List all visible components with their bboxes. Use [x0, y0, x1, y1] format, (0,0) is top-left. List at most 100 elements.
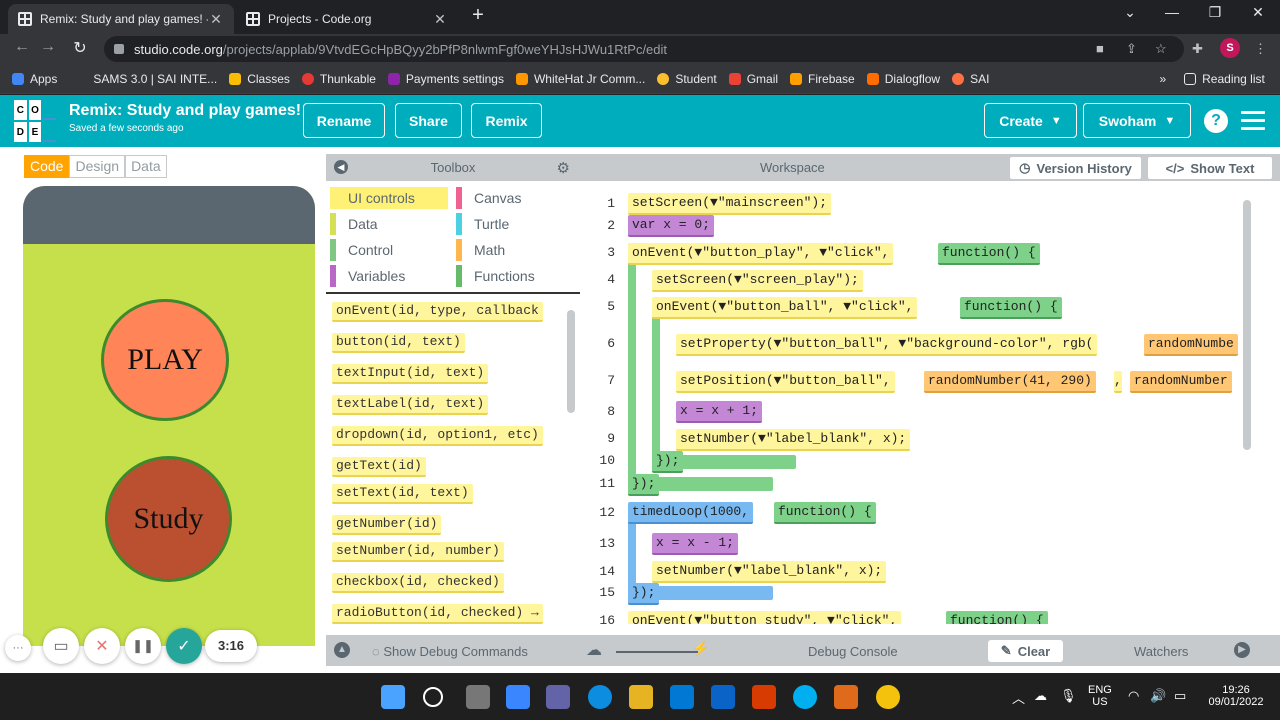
block-textlabel[interactable]: textLabel(id, text): [332, 395, 489, 415]
bookmark-firebase[interactable]: Firebase: [790, 72, 855, 86]
store-icon[interactable]: [670, 685, 694, 709]
share-button[interactable]: Share: [395, 103, 462, 138]
battery-icon[interactable]: ▭: [1174, 688, 1186, 704]
clear-console-button[interactable]: ✎ Clear: [988, 640, 1063, 662]
code-line-3-onevent[interactable]: onEvent(▼"button_play", ▼"click",: [628, 243, 894, 265]
category-canvas[interactable]: Canvas: [456, 187, 576, 209]
gear-icon[interactable]: ⚙: [557, 159, 570, 177]
block-button[interactable]: button(id, text): [332, 333, 465, 353]
teams-chat-icon[interactable]: [546, 685, 570, 709]
code-line-7[interactable]: setPosition(▼"button_ball",: [676, 371, 895, 393]
show-text-button[interactable]: </> Show Text: [1147, 156, 1273, 180]
code-line-5-onevent[interactable]: onEvent(▼"button_ball", ▼"click",: [652, 297, 918, 319]
speed-slider[interactable]: [616, 651, 698, 653]
code-line-7-random-y[interactable]: randomNumber: [1130, 371, 1232, 393]
skype-icon[interactable]: [793, 685, 817, 709]
category-functions[interactable]: Functions: [456, 265, 576, 287]
clock[interactable]: 19:26 09/01/2022: [1204, 684, 1268, 708]
mail-icon[interactable]: [711, 685, 735, 709]
chrome-icon[interactable]: [876, 685, 900, 709]
bookmark-sams[interactable]: SAMS 3.0 | SAI INTE...: [93, 72, 217, 86]
close-tab-icon[interactable]: ✕: [432, 11, 448, 28]
bookmark-star-icon[interactable]: ☆: [1155, 41, 1167, 57]
block-radiobutton[interactable]: radioButton(id, checked) →: [332, 604, 543, 624]
category-control[interactable]: Control: [330, 239, 448, 261]
code-line-12-timedloop[interactable]: timedLoop(1000,: [628, 502, 754, 524]
code-line-12-function[interactable]: function() {: [774, 502, 876, 524]
code-line-16-function[interactable]: function() {: [946, 611, 1048, 624]
onedrive-cloud-icon[interactable]: ☁: [1034, 688, 1047, 704]
create-dropdown[interactable]: Create ▼: [984, 103, 1077, 138]
version-history-button[interactable]: ◷ Version History: [1009, 156, 1142, 180]
code-line-6-random[interactable]: randomNumbe: [1144, 334, 1238, 356]
bookmark-dialogflow[interactable]: Dialogflow: [866, 72, 940, 86]
remix-button[interactable]: Remix: [471, 103, 542, 138]
bookmark-apps[interactable]: Apps: [12, 72, 57, 86]
tab-code[interactable]: Code: [24, 155, 70, 178]
code-line-5-function[interactable]: function() {: [960, 297, 1062, 319]
file-explorer-icon[interactable]: [629, 685, 653, 709]
bookmark-classes[interactable]: Classes: [229, 72, 290, 86]
code-line-16-onevent[interactable]: onEvent(▼"button_study", ▼"click",: [628, 611, 902, 624]
code-line-7-random-x[interactable]: randomNumber(41, 290): [924, 371, 1096, 393]
wps-office-icon[interactable]: [834, 685, 858, 709]
block-setnumber[interactable]: setNumber(id, number): [332, 542, 504, 562]
block-dropdown[interactable]: dropdown(id, option1, etc): [332, 426, 543, 446]
bookmark-payments[interactable]: Payments settings: [387, 72, 504, 86]
hamburger-menu-icon[interactable]: [1241, 111, 1265, 131]
bookmark-whitehat[interactable]: WhiteHat Jr Comm...: [515, 72, 645, 86]
microphone-icon[interactable]: 🎙: [1060, 688, 1077, 704]
recorder-camera-icon[interactable]: ▭: [43, 628, 79, 664]
office-icon[interactable]: [752, 685, 776, 709]
workspace-scrollbar[interactable]: [1240, 195, 1253, 624]
recorder-done-icon[interactable]: ✓: [166, 628, 202, 664]
expand-watchers-icon[interactable]: ▶: [1234, 642, 1250, 658]
search-icon[interactable]: [423, 687, 443, 707]
code-line-13[interactable]: x = x - 1;: [652, 533, 739, 555]
maximize-button[interactable]: ❐: [1200, 4, 1230, 21]
camera-blocked-icon[interactable]: ■: [1096, 41, 1104, 56]
wifi-icon[interactable]: ◠: [1128, 688, 1139, 704]
code-line-2[interactable]: var x = 0;: [628, 215, 715, 237]
extensions-puzzle-icon[interactable]: ✚: [1192, 41, 1203, 57]
block-checkbox[interactable]: checkbox(id, checked): [332, 573, 504, 593]
user-menu-dropdown[interactable]: Swoham ▼: [1083, 103, 1191, 138]
recorder-close-icon[interactable]: ✕: [84, 628, 120, 664]
show-debug-commands[interactable]: ◌ Show Debug Commands: [372, 644, 528, 659]
tab-projects[interactable]: Projects - Code.org ✕: [236, 4, 458, 34]
reading-list[interactable]: Reading list: [1184, 72, 1265, 86]
tab-search-icon[interactable]: ⌄: [1115, 4, 1145, 21]
edge-icon[interactable]: [588, 685, 612, 709]
tab-data[interactable]: Data: [125, 155, 167, 178]
code-workspace[interactable]: setScreen(▼"mainscreen"); var x = 0; onE…: [628, 181, 1240, 624]
code-line-14[interactable]: setNumber(▼"label_blank", x);: [652, 561, 887, 583]
tab-design[interactable]: Design: [69, 155, 126, 178]
block-onevent[interactable]: onEvent(id, type, callback: [332, 302, 543, 322]
code-line-8[interactable]: x = x + 1;: [676, 401, 763, 423]
tab-remix-project[interactable]: Remix: Study and play games! - A ✕: [8, 4, 234, 34]
category-turtle[interactable]: Turtle: [456, 213, 576, 235]
bookmark-thunkable[interactable]: Thunkable: [301, 72, 376, 86]
block-settext[interactable]: setText(id, text): [332, 484, 473, 504]
url-input[interactable]: studio.code.org /projects/applab/9VtvdEG…: [104, 36, 1184, 62]
code-line-6[interactable]: setProperty(▼"button_ball", ▼"background…: [676, 334, 1098, 356]
minimize-button[interactable]: —: [1157, 4, 1187, 20]
block-getnumber[interactable]: getNumber(id): [332, 515, 442, 535]
bookmark-gmail[interactable]: Gmail: [728, 72, 778, 86]
code-line-1[interactable]: setScreen(▼"mainscreen");: [628, 193, 832, 215]
collapse-debug-icon[interactable]: ▲: [334, 642, 350, 658]
language-indicator[interactable]: ENG US: [1088, 684, 1112, 708]
app-study-button[interactable]: Study: [105, 456, 232, 582]
category-ui-controls[interactable]: UI controls: [330, 187, 448, 209]
task-view-icon[interactable]: [466, 685, 490, 709]
widgets-icon[interactable]: [506, 685, 530, 709]
bookmark-sai[interactable]: SAI: [952, 72, 989, 86]
bookmarks-overflow-chevron-icon[interactable]: »: [1159, 72, 1166, 86]
scrollbar-thumb[interactable]: [1243, 200, 1251, 450]
share-icon[interactable]: ⇪: [1126, 41, 1137, 57]
app-play-button[interactable]: PLAY: [101, 299, 229, 421]
category-data[interactable]: Data: [330, 213, 448, 235]
tray-overflow-chevron-icon[interactable]: ︿: [1012, 688, 1025, 707]
codeorg-logo[interactable]: C O D E: [14, 100, 56, 142]
browser-menu-icon[interactable]: ⋮: [1254, 41, 1267, 57]
